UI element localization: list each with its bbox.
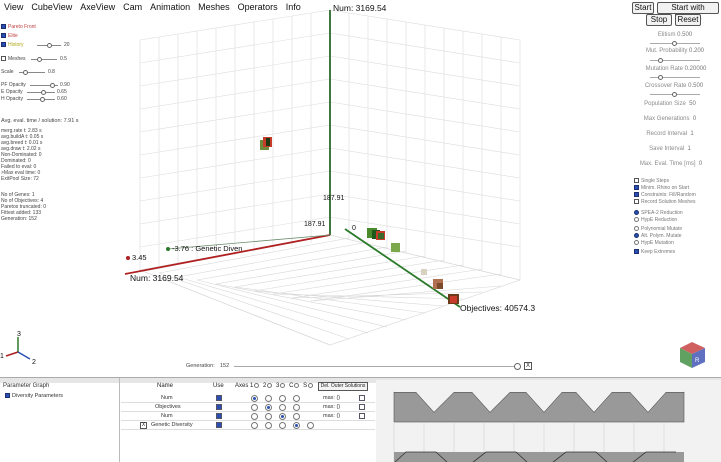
mutation-rate-field[interactable]: Mutation Rate 0.20000 xyxy=(636,66,716,72)
elite-checkbox[interactable] xyxy=(1,33,6,39)
solution-cube xyxy=(433,279,443,289)
h-opacity-label: H Opacity xyxy=(1,96,23,102)
table-row[interactable]: Num max: () xyxy=(121,394,375,403)
generation-slider[interactable] xyxy=(234,363,521,370)
minim-rhino-option[interactable]: Minim. Rhino on Start xyxy=(634,185,689,191)
col-axes: Axes 1 2 3 C S xyxy=(235,383,315,389)
diversity-axis-label: -3.76 : Genetic Diven xyxy=(172,244,242,253)
scale-label: Scale xyxy=(1,69,14,75)
legend-pareto-front[interactable]: Pareto Front xyxy=(1,24,36,30)
meshes-row[interactable]: Meshes xyxy=(1,56,26,62)
use-checkbox[interactable] xyxy=(216,404,222,410)
pareto-plot[interactable]: Num: 3169.54 Num: 3169.54 Objectives: 40… xyxy=(0,0,721,377)
table-row[interactable]: Num max: () xyxy=(121,412,375,421)
del-outer-solutions-button[interactable]: Del. Outer Solutions xyxy=(318,382,368,391)
axis-tick-top: 187.91 xyxy=(323,195,345,202)
pf-opacity-label: PF Opacity xyxy=(1,82,26,88)
solution-cubes xyxy=(260,137,459,304)
keep-extremes-option[interactable]: Keep Extremes xyxy=(634,249,675,255)
axis-left-label: Num: 3169.54 xyxy=(130,273,184,283)
history-slider[interactable] xyxy=(37,43,61,48)
single-steps-option[interactable]: Single Steps xyxy=(634,178,669,184)
meshes-slider[interactable] xyxy=(31,57,57,62)
elitism-field[interactable]: Elitism 0.500 xyxy=(640,32,710,38)
use-checkbox[interactable] xyxy=(216,413,222,419)
pareto-front-checkbox[interactable] xyxy=(1,24,6,30)
spea2-reduction-option[interactable]: SPEA-2 Reduction xyxy=(634,210,683,216)
e-opacity-slider[interactable] xyxy=(27,90,55,95)
save-interval-field[interactable]: Save Interval 1 xyxy=(630,146,710,152)
svg-text:3: 3 xyxy=(17,331,21,338)
axis-tick-zero: 0 xyxy=(352,225,356,232)
table-row[interactable]: X Genetic Diversity xyxy=(121,421,375,430)
population-size-field[interactable]: Population Size 50 xyxy=(630,101,710,107)
legend-history[interactable]: History xyxy=(1,42,24,48)
scale-slider[interactable] xyxy=(19,70,45,75)
meshes-checkbox[interactable] xyxy=(1,56,6,62)
h-opacity-value: 0.60 xyxy=(57,96,67,102)
stats-line: ExitPool Size: 72 xyxy=(1,176,39,182)
mutation-rate-slider[interactable] xyxy=(650,75,700,80)
genes-line: Generation: 152 xyxy=(1,216,37,222)
solution-cube xyxy=(421,269,427,275)
meshes-value: 0.5 xyxy=(60,56,67,62)
solution-cube xyxy=(448,294,459,304)
table-row[interactable]: Objectives max: () xyxy=(121,403,375,412)
grid-right-wall xyxy=(329,9,521,281)
generation-close-button[interactable]: X xyxy=(524,362,532,370)
record-solution-meshes-option[interactable]: Record Solution Meshes xyxy=(634,199,695,205)
axis-diversity-dot xyxy=(166,247,170,251)
col-name: Name xyxy=(157,383,174,389)
max-eval-time-field[interactable]: Max. Eval. Time [ms] 0 xyxy=(626,161,716,167)
crossover-rate-field[interactable]: Crossover Rate 0.500 xyxy=(634,83,714,89)
axis-top-label: Num: 3169.54 xyxy=(333,3,387,13)
axis-gizmo: 3 1 2 xyxy=(0,331,36,366)
generation-label: Generation: xyxy=(186,363,215,369)
avg-eval-time: Avg. eval. time / solution: 7.91 s xyxy=(1,118,79,124)
parameter-graph-label: Parameter Graph xyxy=(3,383,50,389)
elitism-slider[interactable] xyxy=(650,41,700,46)
mut-probability-slider[interactable] xyxy=(650,58,700,63)
solution-cube xyxy=(391,243,400,252)
e-opacity-value: 0.65 xyxy=(57,89,67,95)
axis-left-dot xyxy=(126,256,130,260)
diversity-parameters-row[interactable]: Diversity Parameters xyxy=(5,393,63,399)
generation-value: 152 xyxy=(220,363,230,369)
crossover-rate-slider[interactable] xyxy=(650,92,700,97)
row-remove-button[interactable]: X xyxy=(140,422,147,429)
svg-text:1: 1 xyxy=(0,353,4,360)
record-interval-field[interactable]: Record Interval 1 xyxy=(630,131,710,137)
history-checkbox[interactable] xyxy=(1,42,6,48)
h-opacity-slider[interactable] xyxy=(27,97,55,102)
alt-polym-mutate-option[interactable]: Alt. Polym. Mutate xyxy=(634,233,682,239)
svg-text:2: 2 xyxy=(32,359,36,366)
scale-value: 0.8 xyxy=(48,69,55,75)
generation-slider-knob[interactable] xyxy=(514,363,521,370)
solution-cube xyxy=(260,137,272,150)
hype-mutation-option[interactable]: HypE Mutation xyxy=(634,240,674,246)
parameter-graph[interactable] xyxy=(376,380,721,462)
pf-opacity-value: 0.90 xyxy=(60,82,70,88)
mut-probability-field[interactable]: Mut. Probability 0.200 xyxy=(636,48,714,54)
solution-cube xyxy=(376,231,385,240)
grid-left-wall xyxy=(139,9,331,270)
axis-tick-mid: 187.91 xyxy=(304,221,326,228)
pf-opacity-slider[interactable] xyxy=(30,83,58,88)
axis-left-min: 3.45 xyxy=(132,253,147,262)
axis-right-label: Objectives: 40574.3 xyxy=(460,303,535,313)
polynomial-mutate-option[interactable]: Polynomial Mutate xyxy=(634,226,682,232)
use-checkbox[interactable] xyxy=(216,422,222,428)
constraints-option[interactable]: Constraints: Fill/Random xyxy=(634,192,696,198)
view-cube-icon[interactable]: R xyxy=(680,342,705,368)
hype-reduction-option[interactable]: HypE Reduction xyxy=(634,217,677,223)
legend-elite[interactable]: Elite xyxy=(1,33,18,39)
max-generations-field[interactable]: Max Generations 0 xyxy=(630,116,710,122)
history-value: 20 xyxy=(64,42,70,48)
col-use: Use xyxy=(213,383,224,389)
use-checkbox[interactable] xyxy=(216,395,222,401)
bottom-panel: Parameter Graph Diversity Parameters Nam… xyxy=(0,377,721,462)
svg-text:R: R xyxy=(695,358,700,364)
e-opacity-label: E Opacity xyxy=(1,89,23,95)
